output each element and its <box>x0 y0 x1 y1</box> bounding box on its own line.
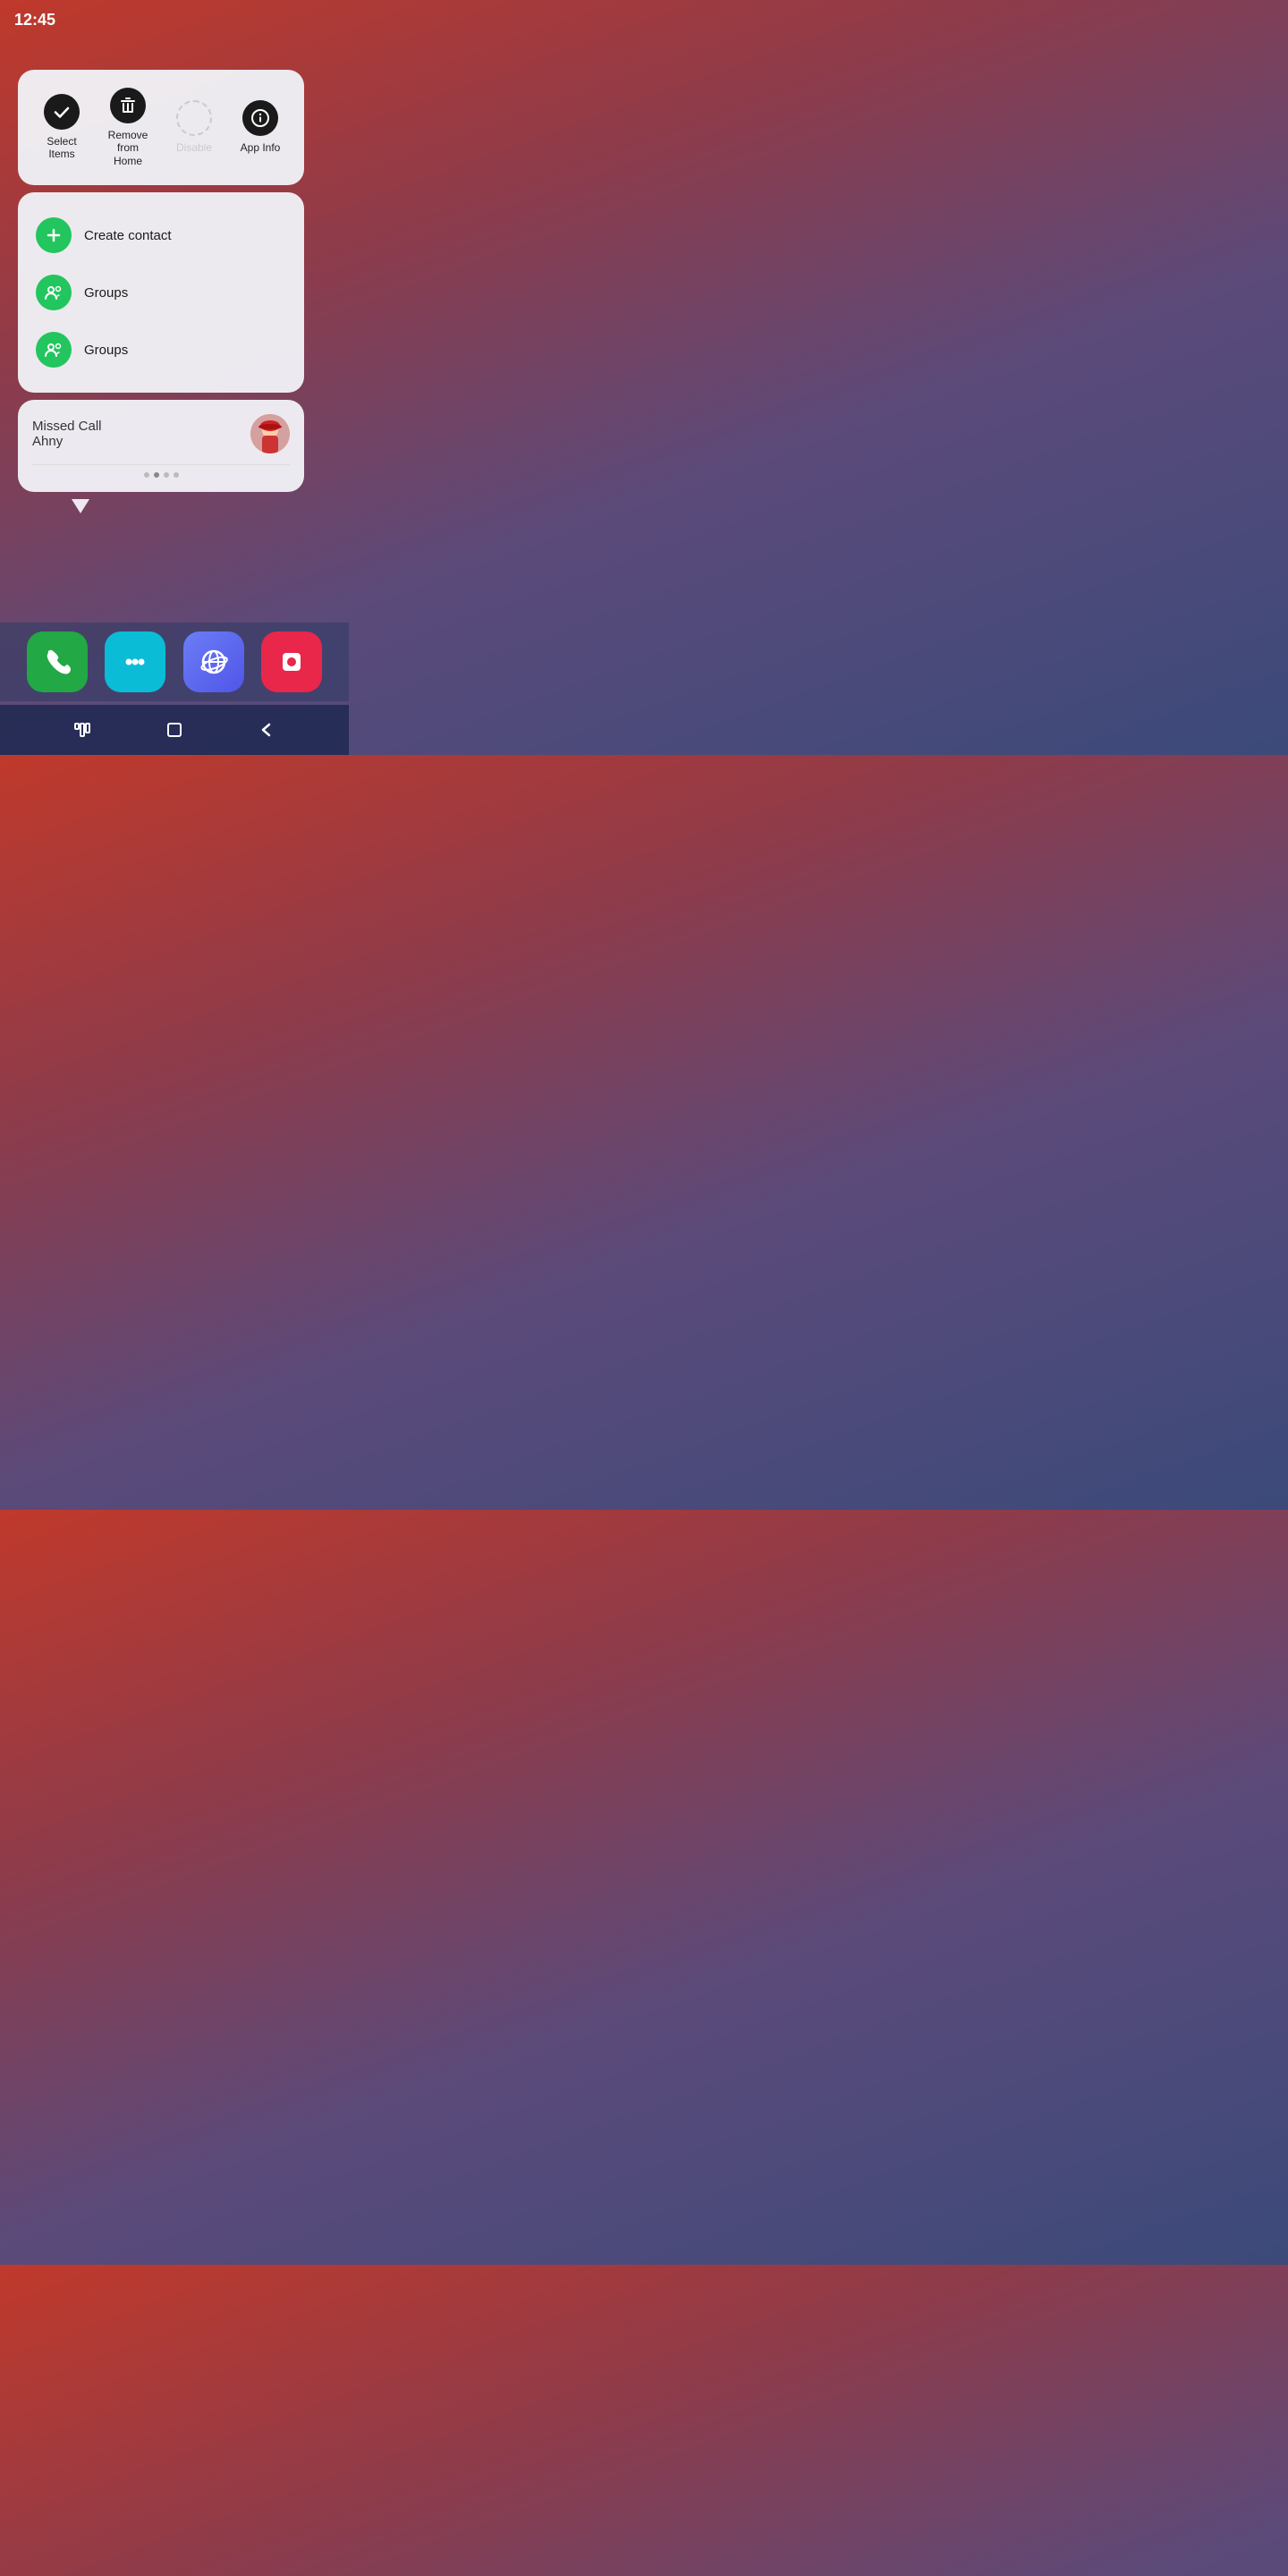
remove-from-home-label: Remove from Home <box>102 129 154 167</box>
notification-text: Missed Call Ahny <box>32 419 102 449</box>
groups-2-label: Groups <box>84 343 128 358</box>
app-info-icon <box>242 100 278 136</box>
page-indicator <box>32 464 290 478</box>
select-items-label: Select Items <box>36 135 88 161</box>
dock <box>0 623 349 701</box>
phone-app-icon[interactable] <box>27 631 88 692</box>
notification-title: Missed Call <box>32 419 102 434</box>
recorder-app-icon[interactable] <box>261 631 322 692</box>
create-contact-icon <box>36 217 72 253</box>
back-button[interactable] <box>242 713 291 747</box>
create-contact-label: Create contact <box>84 228 172 243</box>
dot-3 <box>164 472 169 478</box>
app-info-button[interactable]: App Info <box>231 97 290 157</box>
dot-2 <box>154 472 159 478</box>
avatar-image <box>250 414 290 453</box>
disable-button[interactable]: Disable <box>165 97 224 157</box>
toolbar-panel: Select Items Remove from Home Disable <box>18 70 304 185</box>
select-items-icon <box>44 94 80 130</box>
callout-tip <box>72 499 89 513</box>
messages-app-icon[interactable] <box>105 631 165 692</box>
contact-avatar <box>250 414 290 453</box>
app-info-label: App Info <box>241 141 281 154</box>
notification-subtitle: Ahny <box>32 434 102 449</box>
groups-1-label: Groups <box>84 285 128 301</box>
browser-app-icon[interactable] <box>183 631 244 692</box>
disable-label: Disable <box>176 141 212 154</box>
status-bar: 12:45 <box>0 0 349 33</box>
create-contact-shortcut[interactable]: Create contact <box>32 207 290 264</box>
remove-from-home-button[interactable]: Remove from Home <box>98 84 157 171</box>
dot-4 <box>174 472 179 478</box>
groups-2-icon <box>36 332 72 368</box>
groups-2-shortcut[interactable]: Groups <box>32 321 290 378</box>
groups-1-shortcut[interactable]: Groups <box>32 264 290 321</box>
dot-1 <box>144 472 149 478</box>
time-display: 12:45 <box>14 11 55 29</box>
notification-content: Missed Call Ahny <box>32 414 290 453</box>
disable-icon <box>176 100 212 136</box>
remove-from-home-icon <box>110 88 146 123</box>
notification-panel: Missed Call Ahny <box>18 400 304 492</box>
shortcuts-panel: Create contact Groups <box>18 192 304 393</box>
context-menu-container: Select Items Remove from Home Disable <box>18 70 304 513</box>
groups-1-icon <box>36 275 72 310</box>
nav-bar <box>0 705 349 755</box>
home-button[interactable] <box>150 713 199 747</box>
select-items-button[interactable]: Select Items <box>32 90 91 165</box>
recents-button[interactable] <box>58 713 106 747</box>
